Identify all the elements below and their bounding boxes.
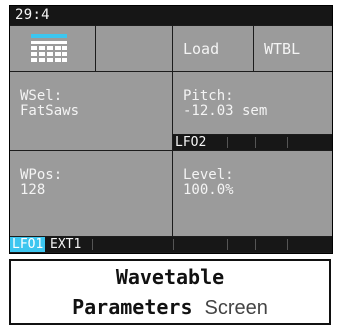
- ext1-tab[interactable]: EXT1: [48, 237, 83, 252]
- strip-divider: [287, 239, 288, 250]
- screen-title: 29:4: [15, 7, 50, 23]
- wsel-value: FatSaws: [20, 103, 80, 119]
- wtbl-button[interactable]: WTBL: [254, 26, 332, 71]
- strip-divider: [173, 239, 174, 250]
- strip-divider: [92, 239, 93, 250]
- level-label: Level:: [183, 167, 234, 183]
- wpos-param[interactable]: WPos: 128: [10, 151, 172, 236]
- title-bar: 29:4: [10, 6, 332, 25]
- level-param[interactable]: Level: 100.0%: [173, 151, 332, 236]
- caption-bold-word: Parameters: [72, 295, 193, 319]
- wsel-param[interactable]: WSel: FatSaws: [10, 72, 172, 150]
- pitch-value: -12.03 sem: [183, 103, 268, 119]
- wavetable-icon-button[interactable]: [10, 26, 95, 71]
- screen-caption: Wavetable Parameters Screen: [9, 259, 331, 325]
- caption-line-2: Parameters Screen: [11, 294, 329, 321]
- wpos-label: WPos:: [20, 167, 63, 183]
- load-button[interactable]: Load: [173, 26, 253, 71]
- wtbl-button-label: WTBL: [264, 40, 301, 58]
- lfo2-tab[interactable]: LFO2: [173, 135, 208, 150]
- pitch-label: Pitch:: [183, 88, 234, 104]
- empty-button[interactable]: [96, 26, 172, 71]
- caption-line-1: Wavetable: [115, 265, 225, 289]
- pitch-mod-strip: LFO2: [173, 135, 332, 150]
- wavetable-grid-icon: [31, 34, 67, 62]
- strip-divider: [287, 137, 288, 148]
- wpos-value: 128: [20, 182, 46, 198]
- caption-normal-word: Screen: [204, 297, 268, 319]
- level-value: 100.0%: [183, 182, 234, 198]
- wsel-label: WSel:: [20, 88, 63, 104]
- strip-divider: [255, 137, 256, 148]
- lfo1-tab[interactable]: LFO1: [10, 237, 46, 252]
- load-button-label: Load: [183, 40, 220, 58]
- strip-divider: [255, 239, 256, 250]
- strip-divider: [227, 239, 228, 250]
- bottom-mod-strip: LFO1 EXT1: [10, 237, 332, 252]
- device-screen: 29:4 Load WTBL WSel: FatSaws Pitch: -12.…: [9, 5, 333, 254]
- pitch-param[interactable]: Pitch: -12.03 sem: [173, 72, 332, 134]
- strip-divider: [227, 137, 228, 148]
